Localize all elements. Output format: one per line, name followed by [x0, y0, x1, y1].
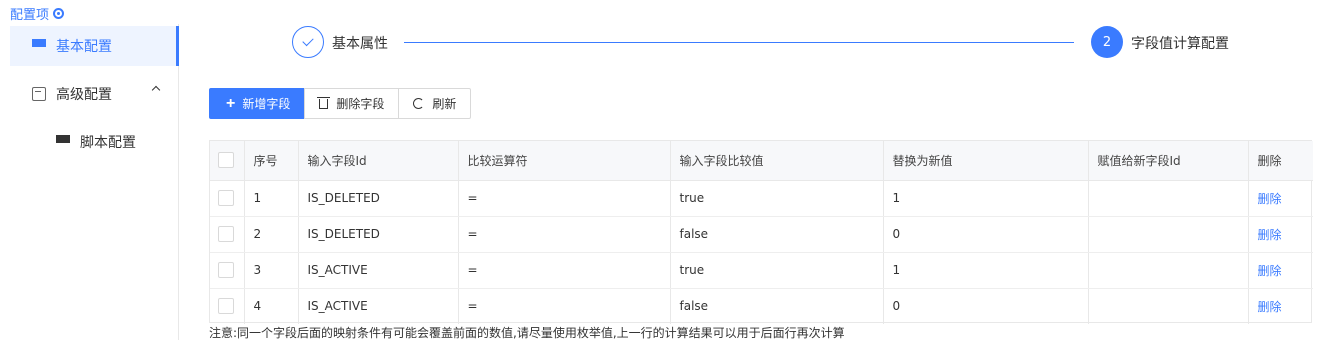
delete-cell: 删除: [1248, 288, 1313, 324]
new-value[interactable]: 0: [883, 216, 1089, 253]
table-header-row: 序号 输入字段Id 比较运算符 输入字段比较值 替换为新值 赋值给新字段Id 删…: [210, 141, 1313, 181]
row-checkbox[interactable]: [218, 262, 234, 278]
chevron-up-icon[interactable]: [151, 85, 161, 95]
refresh-icon: [413, 98, 425, 109]
column-header: 输入字段比较值: [670, 141, 884, 181]
sidebar-item-label: 高级配置: [56, 87, 112, 103]
compare-value[interactable]: false: [670, 216, 884, 253]
target-field-id[interactable]: [1088, 288, 1249, 324]
toolbar: + 新增字段 删除字段 刷新: [209, 88, 472, 119]
row-select-cell: [210, 252, 245, 289]
refresh-label: 刷新: [432, 97, 457, 111]
table-row: 2 IS_DELETED = false 0 删除: [210, 216, 1313, 253]
compare-value[interactable]: true: [670, 252, 884, 289]
row-checkbox[interactable]: [218, 298, 234, 315]
step-number: 2: [1102, 34, 1112, 50]
table-row: 4 IS_ACTIVE = false 0 删除: [210, 288, 1313, 324]
row-select-cell: [210, 216, 245, 253]
input-field-id[interactable]: IS_ACTIVE: [298, 288, 459, 324]
column-header: 替换为新值: [883, 141, 1089, 181]
delete-row-link[interactable]: 删除: [1258, 264, 1282, 278]
config-title: 配置项: [10, 7, 50, 23]
cube-icon: [32, 87, 46, 101]
config-header: 配置项: [10, 4, 65, 23]
target-field-id[interactable]: [1088, 252, 1249, 289]
row-select-cell: [210, 288, 245, 324]
column-header: 输入字段Id: [298, 141, 459, 181]
field-mapping-table: 序号 输入字段Id 比较运算符 输入字段比较值 替换为新值 赋值给新字段Id 删…: [209, 140, 1313, 324]
step-label: 基本属性: [332, 36, 388, 52]
steps: 基本属性 2 字段值计算配置: [292, 26, 1252, 60]
delete-row-link[interactable]: 删除: [1258, 192, 1282, 206]
target-field-id[interactable]: [1088, 216, 1249, 253]
delete-row-link[interactable]: 删除: [1258, 300, 1282, 314]
row-index: 4: [244, 288, 299, 324]
row-index: 3: [244, 252, 299, 289]
grid-icon: [56, 135, 70, 149]
new-value[interactable]: 1: [883, 252, 1089, 289]
new-value[interactable]: 1: [883, 180, 1089, 217]
select-all-checkbox[interactable]: [218, 152, 234, 169]
delete-cell: 删除: [1248, 216, 1313, 253]
compare-operator[interactable]: =: [458, 252, 671, 289]
sidebar-item-advanced-config[interactable]: 高级配置: [10, 74, 179, 114]
grid-icon: [32, 39, 46, 53]
sidebar-item-basic-config[interactable]: 基本配置: [10, 26, 179, 66]
sidebar: 基本配置 高级配置 脚本配置: [0, 24, 179, 340]
compare-value[interactable]: true: [670, 180, 884, 217]
refresh-button[interactable]: 刷新: [398, 88, 472, 119]
trash-icon: [317, 96, 331, 109]
compare-operator[interactable]: =: [458, 216, 671, 253]
delete-row-link[interactable]: 删除: [1258, 228, 1282, 242]
table-row: 1 IS_DELETED = true 1 删除: [210, 180, 1313, 217]
check-icon: [302, 34, 314, 47]
step-connector: [404, 42, 1074, 43]
delete-field-button[interactable]: 删除字段: [304, 88, 400, 119]
row-index: 2: [244, 216, 299, 253]
delete-cell: 删除: [1248, 252, 1313, 289]
delete-cell: 删除: [1248, 180, 1313, 217]
compare-value[interactable]: false: [670, 288, 884, 324]
input-field-id[interactable]: IS_DELETED: [298, 216, 459, 253]
input-field-id[interactable]: IS_DELETED: [298, 180, 459, 217]
row-select-cell: [210, 180, 245, 217]
sidebar-item-label: 基本配置: [56, 39, 112, 55]
input-field-id[interactable]: IS_ACTIVE: [298, 252, 459, 289]
compare-operator[interactable]: =: [458, 288, 671, 324]
new-value[interactable]: 0: [883, 288, 1089, 324]
column-header: 删除: [1248, 141, 1313, 181]
delete-field-label: 删除字段: [336, 97, 385, 111]
column-header: 序号: [244, 141, 299, 181]
step-label: 字段值计算配置: [1131, 36, 1229, 52]
column-header: 赋值给新字段Id: [1088, 141, 1249, 181]
table-row: 3 IS_ACTIVE = true 1 删除: [210, 252, 1313, 289]
row-checkbox[interactable]: [218, 226, 234, 242]
step-circle: [292, 26, 324, 58]
row-index: 1: [244, 180, 299, 217]
select-all-cell: [210, 141, 245, 181]
sidebar-item-label: 脚本配置: [80, 135, 136, 151]
plus-icon: +: [226, 94, 236, 112]
target-field-id[interactable]: [1088, 180, 1249, 217]
hint-note: 注意:同一个字段后面的映射条件有可能会覆盖前面的数值,请尽量使用枚举值,上一行的…: [209, 326, 845, 340]
column-header: 比较运算符: [458, 141, 671, 181]
compare-operator[interactable]: =: [458, 180, 671, 217]
add-field-button[interactable]: + 新增字段: [209, 88, 306, 119]
row-checkbox[interactable]: [218, 190, 234, 206]
settings-target-icon[interactable]: [53, 7, 65, 19]
step-circle: 2: [1091, 26, 1123, 58]
sidebar-item-script-config[interactable]: 脚本配置: [10, 122, 179, 162]
add-field-label: 新增字段: [242, 97, 291, 111]
